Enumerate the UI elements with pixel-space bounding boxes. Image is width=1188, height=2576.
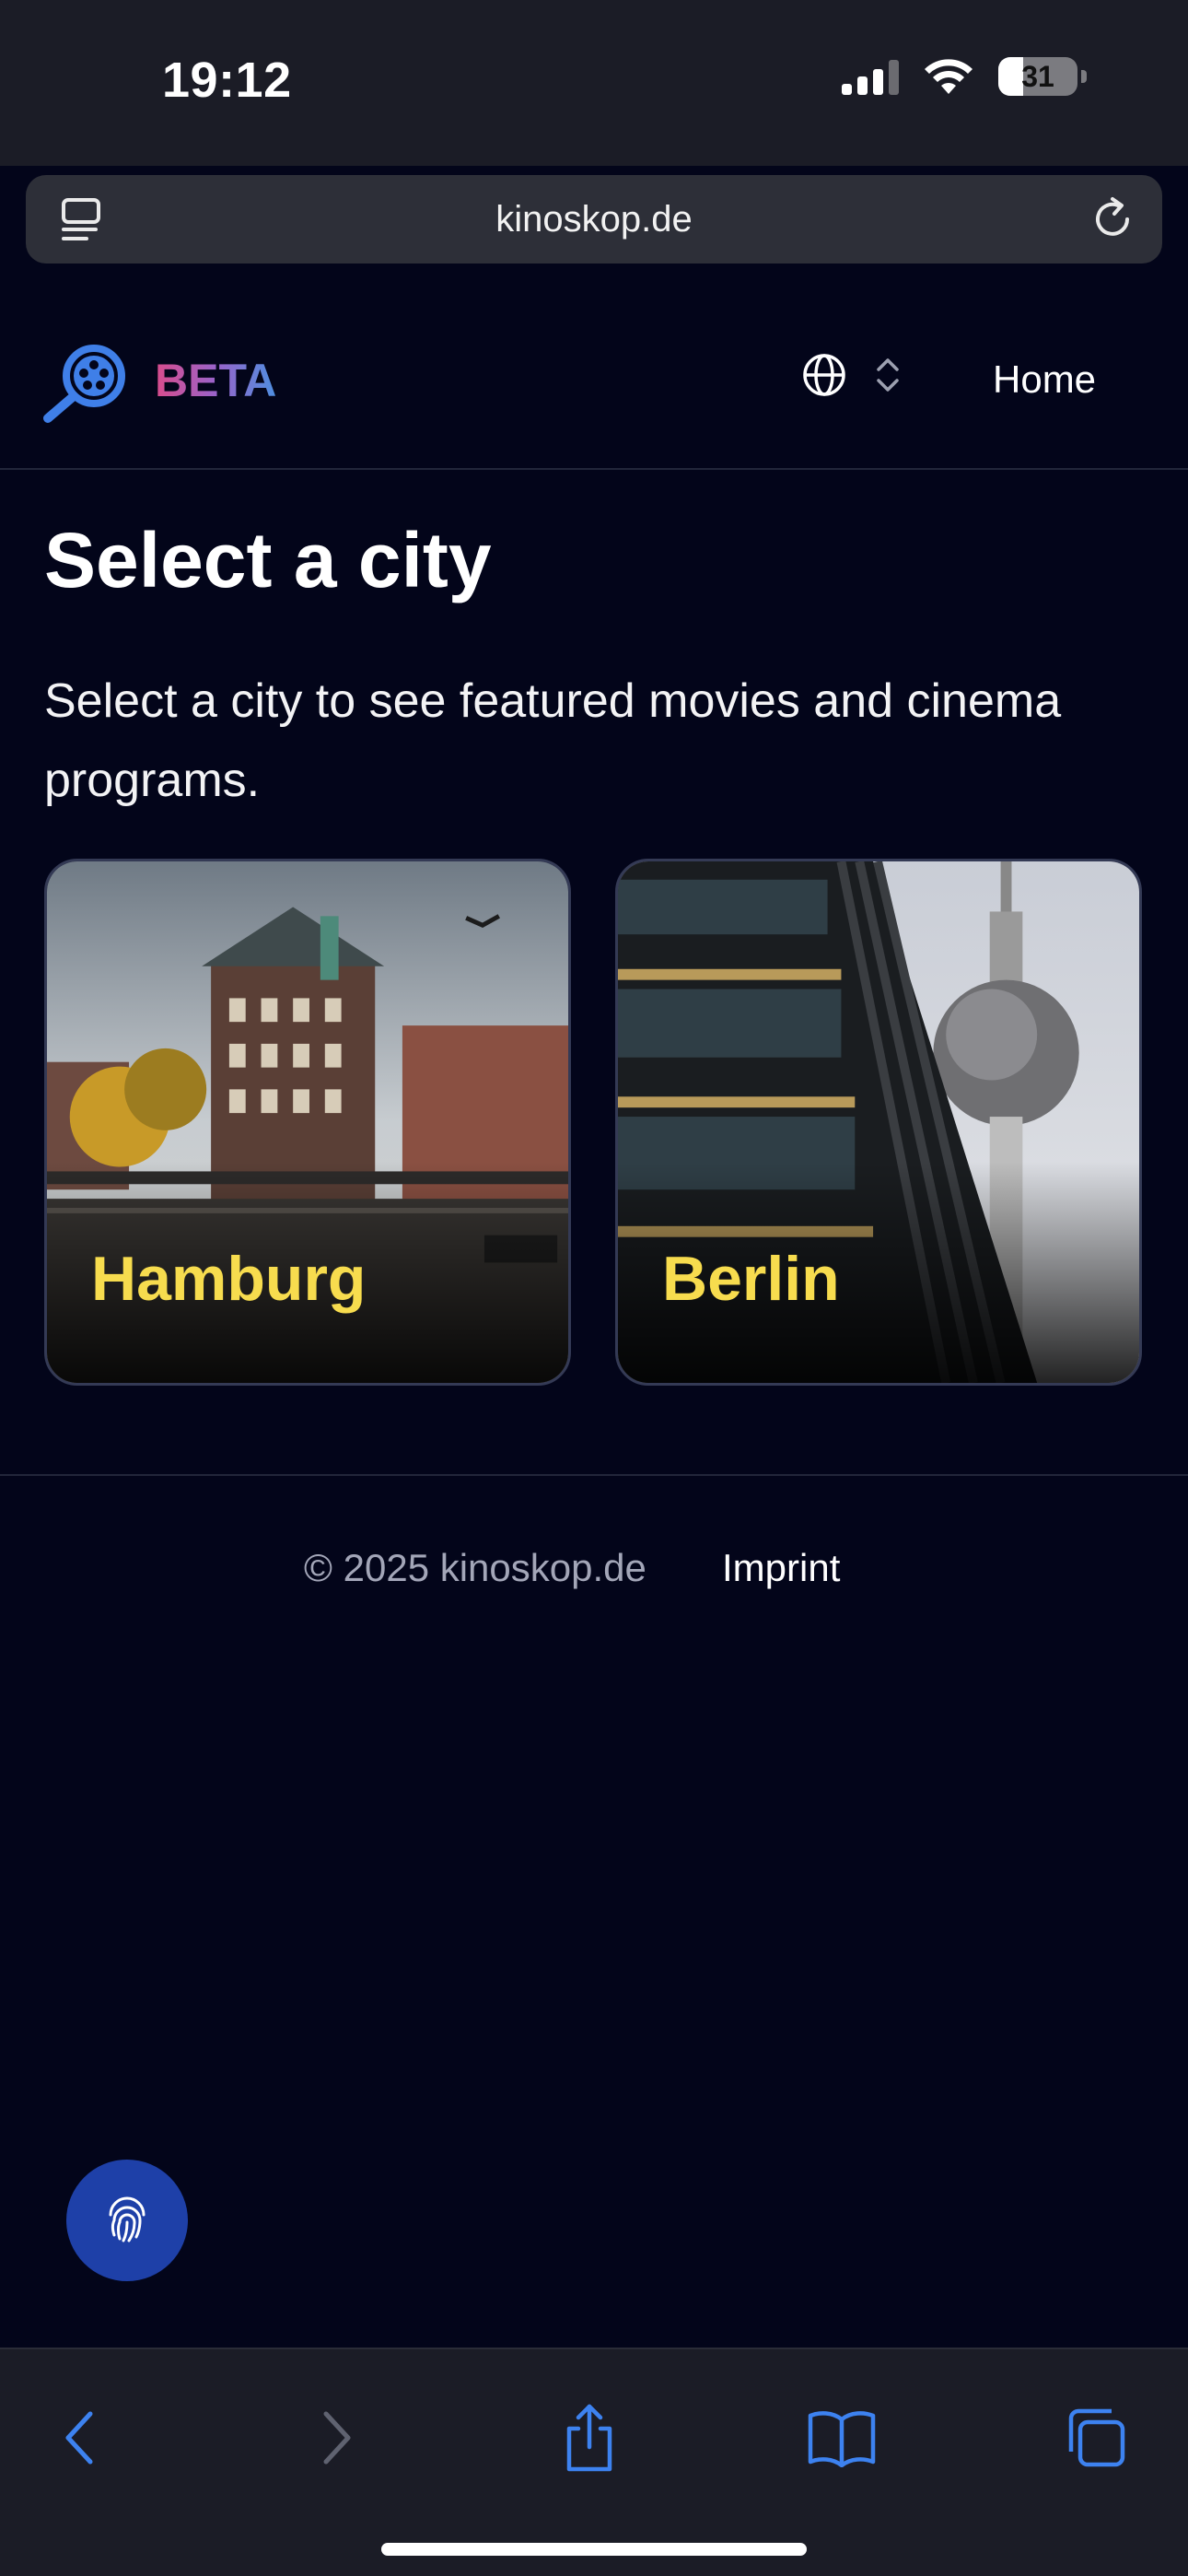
page-description: Select a city to see featured movies and… <box>44 674 1062 807</box>
footer-copyright: © 2025 kinoskop.de <box>304 1546 646 1589</box>
bookmarks-icon <box>808 2411 876 2467</box>
language-switcher[interactable] <box>801 352 901 398</box>
address-bar[interactable]: kinoskop.de <box>26 175 1162 263</box>
city-card-berlin[interactable]: Berlin <box>615 859 1142 1386</box>
bookmarks-button[interactable] <box>798 2394 886 2482</box>
cellular-signal-icon <box>842 58 899 95</box>
browser-toolbar <box>0 2348 1188 2576</box>
city-name-berlin[interactable]: Berlin <box>662 1243 840 1315</box>
forward-button[interactable] <box>293 2394 381 2482</box>
page-title: Select a city <box>44 517 492 603</box>
wifi-icon <box>925 59 973 94</box>
city-name-hamburg[interactable]: Hamburg <box>91 1243 366 1315</box>
site-header: BETA Home <box>0 293 1188 470</box>
film-search-logo-icon[interactable] <box>42 339 134 424</box>
site-footer: © 2025 kinoskop.de Imprint <box>0 1474 1188 1658</box>
status-bar: 19:12 31 <box>0 0 1188 166</box>
tabs-icon <box>1068 2408 1125 2467</box>
globe-icon <box>803 354 845 396</box>
logo-beta-text[interactable]: BETA <box>155 354 276 407</box>
back-button[interactable] <box>35 2394 123 2482</box>
share-icon <box>566 2404 612 2472</box>
battery-icon: 31 <box>998 57 1077 96</box>
tabs-button[interactable] <box>1052 2394 1140 2482</box>
home-indicator[interactable] <box>381 2543 807 2556</box>
fingerprint-button[interactable] <box>66 2160 188 2281</box>
footer-imprint-link[interactable]: Imprint <box>722 1546 840 1590</box>
status-icons: 31 <box>842 57 1087 96</box>
fingerprint-icon <box>109 2196 146 2242</box>
reload-icon[interactable] <box>1087 193 1138 245</box>
chevron-updown-icon <box>877 358 899 392</box>
city-card-hamburg[interactable]: Hamburg <box>44 859 571 1386</box>
share-button[interactable] <box>545 2394 634 2482</box>
battery-level: 31 <box>1021 59 1054 93</box>
status-time: 19:12 <box>162 53 292 108</box>
back-icon <box>65 2411 93 2465</box>
battery-cap <box>1081 70 1087 83</box>
url-text[interactable]: kinoskop.de <box>26 175 1162 263</box>
nav-home-link[interactable]: Home <box>993 357 1096 402</box>
forward-icon <box>323 2411 351 2465</box>
